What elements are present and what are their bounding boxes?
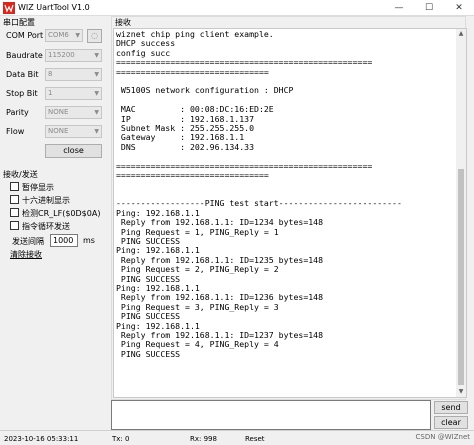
status-bar: 2023-10-16 05:33:11 Tx: 0 Rx: 998 Reset — [0, 430, 474, 445]
app-icon — [3, 2, 15, 14]
checkbox-box — [10, 221, 19, 230]
checkbox-box — [10, 195, 19, 204]
scroll-up-icon[interactable]: ▲ — [456, 29, 466, 39]
receive-text: wiznet chip ping client example. DHCP su… — [116, 29, 402, 359]
data-bit-select[interactable]: 8 ▼ — [45, 68, 102, 81]
window-title: WIZ UartTool V1.0 — [18, 3, 90, 12]
status-time: 2023-10-16 05:33:11 — [4, 435, 79, 443]
scroll-down-icon[interactable]: ▼ — [456, 387, 466, 397]
flow-select[interactable]: NONE ▼ — [45, 125, 102, 138]
data-bit-label: Data Bit — [6, 70, 39, 79]
hex-display-label: 十六进制显示 — [22, 196, 70, 205]
checkbox-box — [10, 182, 19, 191]
baudrate-label: Baudrate — [6, 51, 43, 60]
maximize-button[interactable]: ☐ — [414, 0, 444, 16]
chevron-down-icon: ▼ — [94, 109, 99, 116]
watermark: CSDN @WIZnet — [415, 433, 470, 441]
loop-send-label: 指令循环发送 — [22, 222, 70, 231]
clear-button[interactable]: clear — [434, 416, 468, 429]
parity-label: Parity — [6, 108, 29, 117]
flow-label: Flow — [6, 127, 25, 136]
pause-display-label: 暂停显示 — [22, 183, 54, 192]
stop-bit-label: Stop Bit — [6, 89, 38, 98]
chevron-down-icon: ▼ — [94, 52, 99, 59]
send-interval-input[interactable]: 1000 — [50, 234, 78, 247]
receive-scrollbar[interactable]: ▲ ▼ — [456, 29, 466, 397]
left-panel: 串口配置 COM Port COM6 ▼ ◌ Baudrate 115200 ▼… — [0, 16, 108, 429]
stop-bit-value: 1 — [48, 89, 53, 97]
send-button[interactable]: send — [434, 401, 468, 414]
checkbox-box — [10, 208, 19, 217]
check-crlf-checkbox[interactable]: 检测CR_LF($0D$0A) — [10, 208, 100, 219]
status-rx: Rx: 998 — [190, 435, 217, 443]
reset-button[interactable]: Reset — [245, 435, 265, 443]
parity-select[interactable]: NONE ▼ — [45, 106, 102, 119]
chevron-down-icon: ▼ — [94, 71, 99, 78]
chevron-down-icon: ▼ — [75, 32, 80, 39]
com-port-select[interactable]: COM6 ▼ — [45, 29, 83, 42]
parity-value: NONE — [48, 108, 69, 116]
pause-display-checkbox[interactable]: 暂停显示 — [10, 182, 54, 193]
baudrate-select[interactable]: 115200 ▼ — [45, 49, 102, 62]
receive-group-title: 接收 — [114, 17, 132, 28]
loop-send-checkbox[interactable]: 指令循环发送 — [10, 221, 70, 232]
flow-value: NONE — [48, 127, 69, 135]
scroll-thumb[interactable] — [458, 169, 464, 385]
serial-config-title: 串口配置 — [3, 18, 35, 27]
title-bar: WIZ UartTool V1.0 — ☐ ✕ — [0, 0, 474, 16]
send-interval-label: 发送间隔 — [12, 237, 44, 246]
stop-bit-select[interactable]: 1 ▼ — [45, 87, 102, 100]
send-textarea[interactable] — [111, 400, 431, 430]
refresh-ports-button[interactable]: ◌ — [87, 29, 102, 43]
hex-display-checkbox[interactable]: 十六进制显示 — [10, 195, 70, 206]
clear-receive-link[interactable]: 清除接收 — [10, 249, 42, 260]
com-port-label: COM Port — [6, 31, 44, 40]
check-crlf-label: 检测CR_LF($0D$0A) — [22, 209, 101, 218]
chevron-down-icon: ▼ — [94, 90, 99, 97]
receive-textarea[interactable]: wiznet chip ping client example. DHCP su… — [113, 28, 467, 398]
status-tx: Tx: 0 — [112, 435, 130, 443]
minimize-button[interactable]: — — [384, 0, 414, 16]
com-port-value: COM6 — [48, 31, 69, 39]
close-window-button[interactable]: ✕ — [444, 0, 474, 16]
close-port-button[interactable]: close — [45, 144, 102, 158]
baudrate-value: 115200 — [48, 51, 75, 59]
rxtx-group-title: 接收/发送 — [3, 170, 38, 179]
interval-unit-label: ms — [83, 236, 95, 245]
data-bit-value: 8 — [48, 70, 53, 78]
refresh-icon: ◌ — [91, 31, 98, 40]
chevron-down-icon: ▼ — [94, 128, 99, 135]
